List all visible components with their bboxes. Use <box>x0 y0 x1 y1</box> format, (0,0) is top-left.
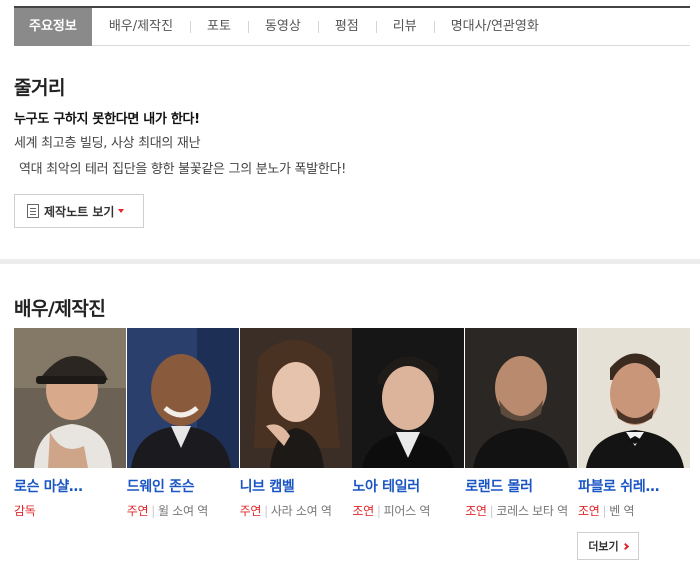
cast-kind: 조연 <box>352 504 374 518</box>
cast-character: 피어스 역 <box>383 504 431 518</box>
cast-kind: 주연 <box>126 504 149 518</box>
cast-character: 코레스 보타 역 <box>496 504 568 518</box>
cast-character: 윌 소여 역 <box>158 504 209 518</box>
cast-character: 사라 소여 역 <box>270 504 332 518</box>
cast-kind: 조연 <box>577 504 600 518</box>
cast-title: 배우/제작진 <box>14 298 106 320</box>
cast-role: 주연 | 사라 소여 역 <box>240 502 346 521</box>
cast-role: 조연 | 피어스 역 <box>352 502 458 521</box>
cast-photo[interactable] <box>465 328 578 468</box>
cast-name[interactable]: 드웨인 존슨 <box>127 476 235 496</box>
cast-list: 로슨 마샬… 감독 드웨인 존슨 주연 | 윌 소여 역 니브 캠벨 주연 | … <box>14 328 691 521</box>
document-icon <box>27 204 39 218</box>
cast-photo[interactable] <box>352 328 465 468</box>
cast-section: 배우/제작진 로슨 마샬… 감독 드웨인 존슨 주연 | 윌 소여 역 니브 캠… <box>0 264 700 567</box>
divider: | <box>151 504 156 518</box>
cast-photo[interactable] <box>239 328 352 468</box>
cast-photo[interactable] <box>126 328 239 468</box>
cast-card[interactable]: 노아 테일러 조연 | 피어스 역 <box>352 328 465 521</box>
tab-video[interactable]: 동영상 <box>247 8 318 46</box>
caret-down-icon <box>118 209 125 213</box>
cast-photo[interactable] <box>577 328 690 468</box>
divider: | <box>602 504 607 518</box>
cast-role: 감독 <box>14 502 120 521</box>
cast-card[interactable]: 니브 캠벨 주연 | 사라 소여 역 <box>239 328 353 521</box>
cast-name[interactable]: 니브 캠벨 <box>240 476 348 496</box>
main-info-section: 주요정보 배우/제작진 포토 동영상 평점 리뷰 명대사/연관영화 줄거리 누구… <box>0 0 700 259</box>
cast-kind: 감독 <box>14 504 36 518</box>
tab-review[interactable]: 리뷰 <box>375 8 434 46</box>
more-cast-button[interactable]: 더보기 <box>577 532 639 560</box>
synopsis-line: 역대 최악의 테러 집단을 향한 불꽃같은 그의 분노가 폭발한다! <box>19 162 347 177</box>
cast-kind: 주연 <box>239 504 262 518</box>
production-note-button[interactable]: 제작노트 보기 <box>14 194 144 228</box>
divider: | <box>376 504 381 518</box>
cast-character: 벤 역 <box>609 504 635 518</box>
cast-name[interactable]: 로슨 마샬… <box>14 476 122 496</box>
divider: | <box>489 504 494 518</box>
cast-card[interactable]: 로랜드 몰러 조연 | 코레스 보타 역 <box>465 328 578 521</box>
synopsis-tagline: 누구도 구하지 못한다면 내가 한다! <box>14 112 200 127</box>
cast-card[interactable]: 파블로 쉬레… 조연 | 벤 역 <box>577 328 691 521</box>
cast-name[interactable]: 노아 테일러 <box>352 476 460 496</box>
tab-cast-crew[interactable]: 배우/제작진 <box>92 8 190 46</box>
divider: | <box>264 504 268 518</box>
tab-rating[interactable]: 평점 <box>317 8 376 46</box>
tab-photo[interactable]: 포토 <box>190 8 248 46</box>
cast-card[interactable]: 드웨인 존슨 주연 | 윌 소여 역 <box>126 328 240 521</box>
cast-name[interactable]: 로랜드 몰러 <box>465 476 573 496</box>
chevron-right-icon <box>621 542 629 550</box>
cast-photo[interactable] <box>14 328 126 468</box>
cast-role: 조연 | 코레스 보타 역 <box>465 502 571 521</box>
cast-card[interactable]: 로슨 마샬… 감독 <box>14 328 127 521</box>
more-label: 더보기 <box>588 540 619 553</box>
cast-kind: 조연 <box>465 504 487 518</box>
production-note-label: 제작노트 보기 <box>44 204 115 219</box>
cast-role: 주연 | 윌 소여 역 <box>127 502 233 521</box>
tab-quotes-related[interactable]: 명대사/연관영화 <box>433 8 556 46</box>
synopsis-title: 줄거리 <box>14 77 65 99</box>
synopsis-line: 세계 최고층 빌딩, 사상 최대의 재난 <box>14 136 201 151</box>
cast-role: 조연 | 벤 역 <box>578 502 684 521</box>
movie-tabs: 주요정보 배우/제작진 포토 동영상 평점 리뷰 명대사/연관영화 <box>14 6 690 46</box>
cast-name[interactable]: 파블로 쉬레… <box>578 476 686 496</box>
tab-main-info[interactable]: 주요정보 <box>14 7 92 46</box>
